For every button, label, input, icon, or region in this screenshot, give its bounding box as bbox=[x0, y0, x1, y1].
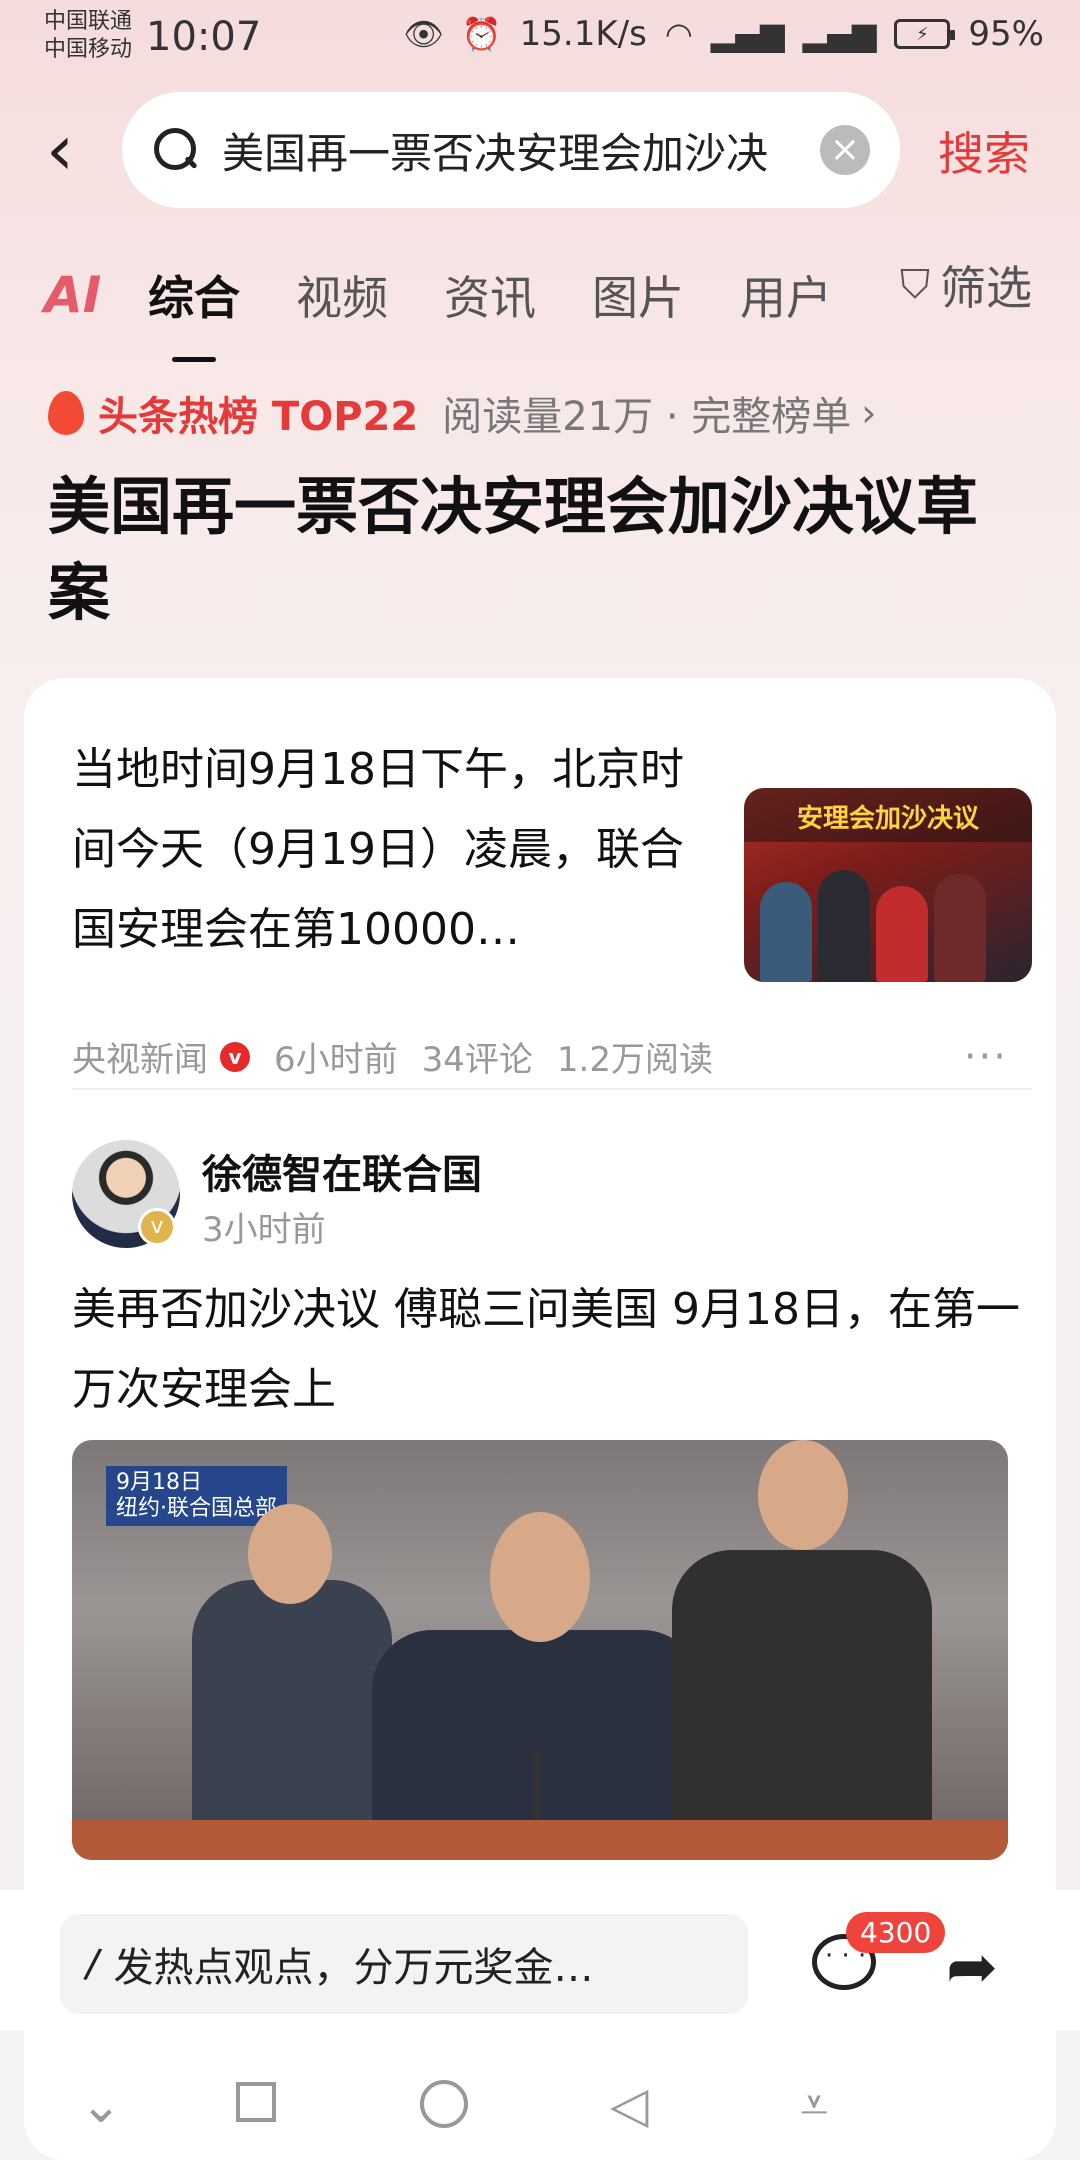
figure bbox=[758, 1440, 848, 1550]
search-query[interactable]: 美国再一票否决安理会加沙决 bbox=[222, 120, 782, 181]
signal-4g-icon: ▂▄▆ bbox=[802, 15, 877, 53]
tab-users[interactable]: 用户 bbox=[740, 262, 832, 328]
video-location: 纽约·联合国总部 bbox=[116, 1496, 277, 1521]
filter-icon: ⛉ bbox=[900, 262, 930, 308]
video-location-tag: 9月18日 纽约·联合国总部 bbox=[106, 1466, 287, 1526]
hot-list-link[interactable]: 头条热榜 TOP22 阅读量21万 · 完整榜单 › bbox=[48, 384, 876, 442]
back-button[interactable]: ‹ bbox=[46, 110, 96, 190]
search-button[interactable]: 搜索 bbox=[938, 118, 1030, 184]
tab-comprehensive[interactable]: 综合 bbox=[148, 262, 240, 362]
home-icon[interactable] bbox=[420, 2080, 468, 2128]
recent-apps-icon[interactable] bbox=[236, 2082, 276, 2122]
share-icon[interactable]: ➦ bbox=[946, 1930, 998, 2003]
article-meta: 央视新闻 v 6小时前 34评论 1.2万阅读 ··· bbox=[72, 1032, 1032, 1081]
comment-input[interactable]: ∕ 发热点观点，分万元奖金… bbox=[60, 1914, 748, 2014]
search-tabs: AI 综合 视频 资讯 图片 用户 ⛉ 筛选 bbox=[44, 250, 1044, 362]
eye-icon: 👁 bbox=[403, 15, 444, 53]
page-title: 美国再一票否决安理会加沙决议草案 bbox=[48, 470, 979, 629]
status-time: 10:07 bbox=[146, 14, 262, 60]
figure bbox=[934, 874, 986, 982]
pull-down-icon[interactable]: ⩡ bbox=[800, 2076, 828, 2135]
back-nav-icon[interactable]: ◁ bbox=[610, 2076, 648, 2134]
post-time: 3小时前 bbox=[202, 1210, 326, 1250]
carrier-1: 中国联通 bbox=[44, 9, 133, 34]
filter-label: 筛选 bbox=[940, 261, 1032, 315]
tab-images[interactable]: 图片 bbox=[592, 262, 684, 328]
post-text[interactable]: 美再否加沙决议 傅聪三问美国 9月18日，在第一万次安理会上 bbox=[72, 1270, 1032, 1430]
search-icon bbox=[152, 126, 200, 174]
post-video[interactable]: 9月18日 纽约·联合国总部 bbox=[72, 1440, 1008, 1860]
search-input[interactable]: 美国再一票否决安理会加沙决 × bbox=[122, 92, 900, 208]
more-options-icon[interactable]: ··· bbox=[964, 1034, 1008, 1080]
carrier-2: 中国移动 bbox=[44, 37, 133, 62]
figure bbox=[248, 1504, 332, 1604]
verified-icon: v bbox=[220, 1041, 250, 1072]
pen-icon: ∕ bbox=[82, 1940, 104, 1988]
battery-level: 95% bbox=[968, 14, 1044, 54]
tab-ai[interactable]: AI bbox=[44, 266, 148, 324]
status-icons: 👁 ⏰ 15.1K/s ◠ ▂▄▆ ▂▄▆ ⚡ 95% bbox=[403, 14, 1044, 54]
clear-icon[interactable]: × bbox=[820, 125, 870, 175]
video-date: 9月18日 bbox=[116, 1470, 202, 1495]
figure bbox=[672, 1550, 932, 1860]
figure bbox=[490, 1512, 590, 1642]
chevron-right-icon: › bbox=[861, 391, 877, 435]
figure bbox=[760, 882, 812, 982]
hot-rank-label: 头条热榜 TOP22 bbox=[98, 394, 419, 440]
flame-icon bbox=[48, 391, 84, 435]
comment-count-badge: 4300 bbox=[846, 1912, 946, 1953]
figure bbox=[876, 886, 928, 982]
article-source[interactable]: 央视新闻 bbox=[72, 1032, 208, 1081]
divider bbox=[72, 1088, 1032, 1090]
article-comments: 34评论 bbox=[421, 1040, 533, 1080]
tab-news[interactable]: 资讯 bbox=[444, 262, 536, 328]
comment-placeholder: 发热点观点，分万元奖金… bbox=[113, 1945, 594, 1991]
figure bbox=[818, 870, 870, 982]
thumbnail-caption: 安理会加沙决议 bbox=[796, 804, 979, 834]
wifi-icon: ◠ bbox=[664, 15, 693, 53]
desk bbox=[72, 1820, 1008, 1860]
article-thumbnail[interactable]: 安理会加沙决议 bbox=[744, 788, 1032, 982]
article-reads: 1.2万阅读 bbox=[556, 1040, 713, 1080]
bottom-action-bar: ∕ 发热点观点，分万元奖金… 4300 ➦ bbox=[0, 1890, 1080, 2030]
filter-button[interactable]: ⛉ 筛选 bbox=[900, 252, 1032, 318]
thumbnail-people bbox=[744, 852, 1032, 982]
article-summary[interactable]: 当地时间9月18日下午，北京时间今天（9月19日）凌晨，联合国安理会在第1000… bbox=[72, 730, 712, 970]
post-author[interactable]: 徐德智在联合国 bbox=[202, 1142, 482, 1200]
alarm-icon: ⏰ bbox=[461, 15, 502, 53]
figure bbox=[192, 1580, 392, 1860]
status-bar: 中国联通 中国移动 10:07 👁 ⏰ 15.1K/s ◠ ▂▄▆ ▂▄▆ ⚡ … bbox=[0, 0, 1080, 80]
carrier-info: 中国联通 中国移动 bbox=[44, 8, 132, 64]
system-nav-bar: ⌄ ◁ ⩡ bbox=[0, 2030, 1080, 2160]
chevron-down-icon[interactable]: ⌄ bbox=[80, 2076, 122, 2134]
battery-icon: ⚡ bbox=[894, 19, 956, 49]
signal-4g-icon: ▂▄▆ bbox=[710, 15, 785, 53]
hot-reads: 阅读量21万 · 完整榜单 bbox=[442, 394, 852, 440]
verified-badge-icon: v bbox=[138, 1208, 176, 1246]
tab-video[interactable]: 视频 bbox=[296, 262, 388, 328]
network-speed: 15.1K/s bbox=[519, 14, 647, 54]
article-time: 6小时前 bbox=[274, 1040, 398, 1080]
